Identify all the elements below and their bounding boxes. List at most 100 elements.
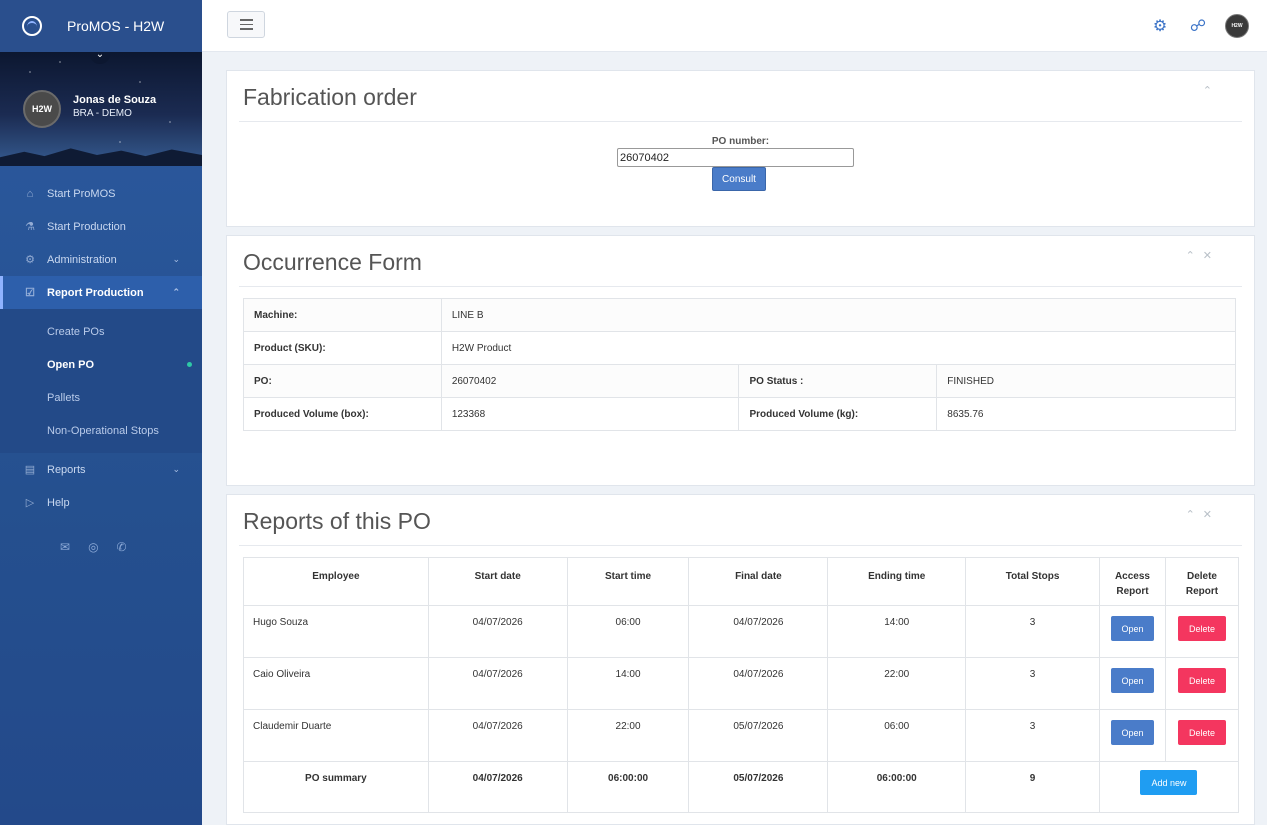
- employee-cell: Claudemir Duarte: [243, 709, 429, 762]
- fabrication-order-panel: Fabrication order ⌃ PO number: Consult: [226, 70, 1255, 227]
- globe-icon[interactable]: ☍: [1187, 15, 1209, 37]
- summary-total-stops: 9: [965, 761, 1100, 813]
- sidebar-subitem-non-operational-stops[interactable]: Non-Operational Stops: [0, 414, 202, 447]
- close-icon[interactable]: ✕: [1203, 249, 1212, 262]
- sidebar-footer-icons: ✉ ◎ ✆: [60, 540, 127, 554]
- machine-label: Machine:: [243, 298, 442, 332]
- chat-icon[interactable]: ✉: [60, 540, 70, 554]
- sidebar-item-label: Administration: [47, 253, 117, 266]
- column-header: Final date: [688, 557, 829, 606]
- ending-time-cell: 14:00: [827, 605, 967, 658]
- employee-cell: Caio Oliveira: [243, 657, 429, 710]
- sidebar-item-reports[interactable]: ▤ Reports ⌄: [0, 453, 202, 486]
- sidebar-item-label: Report Production: [47, 286, 144, 299]
- panel-tools: ⌃: [1203, 84, 1212, 97]
- panel-tools: ⌃ ✕: [1186, 508, 1212, 521]
- table-header-row: Employee Start date Start time Final dat…: [243, 557, 1240, 606]
- summary-label: PO summary: [243, 761, 429, 813]
- ending-time-cell: 06:00: [827, 709, 967, 762]
- summary-row: PO summary 04/07/2026 06:00:00 05/07/202…: [243, 761, 1240, 813]
- collapse-icon[interactable]: ⌃: [1186, 249, 1195, 262]
- po-status-value: FINISHED: [936, 364, 1236, 398]
- table-row: Caio Oliveira 04/07/2026 14:00 04/07/202…: [243, 657, 1240, 710]
- column-header: Employee: [243, 557, 429, 606]
- close-icon[interactable]: ✕: [1203, 508, 1212, 521]
- sidebar-item-label: Start ProMOS: [47, 187, 116, 200]
- delete-report-cell: Delete: [1164, 605, 1240, 658]
- play-circle-icon: ▷: [25, 497, 35, 509]
- sidebar-item-help[interactable]: ▷ Help: [0, 486, 202, 519]
- sidebar-subitem-open-po[interactable]: Open PO: [0, 348, 202, 381]
- summary-final-date: 05/07/2026: [688, 761, 829, 813]
- avatar[interactable]: H2W: [23, 90, 61, 128]
- delete-report-cell: Delete: [1164, 709, 1240, 762]
- phone-icon[interactable]: ✆: [117, 540, 127, 554]
- sidebar-subitem-pallets[interactable]: Pallets: [0, 381, 202, 414]
- collapse-icon[interactable]: ⌃: [1203, 84, 1212, 97]
- start-date-cell: 04/07/2026: [427, 709, 568, 762]
- open-report-button[interactable]: Open: [1110, 720, 1154, 745]
- po-value: 26070402: [440, 364, 740, 398]
- sidebar-item-start-promos[interactable]: ⌂ Start ProMOS: [0, 177, 202, 210]
- po-status-label: PO Status :: [738, 364, 938, 398]
- open-report-button[interactable]: Open: [1110, 668, 1154, 693]
- column-header: Start time: [566, 557, 690, 606]
- occurrence-table: Machine: LINE B Product (SKU): H2W Produ…: [243, 298, 1237, 431]
- table-row: PO: 26070402 PO Status : FINISHED: [243, 364, 1236, 398]
- sidebar-item-label: Start Production: [47, 220, 126, 233]
- app-title: ProMOS - H2W: [67, 18, 165, 34]
- access-report-cell: Open: [1098, 709, 1166, 762]
- sidebar-subitem-create-pos[interactable]: Create POs: [0, 315, 202, 348]
- globe-icon[interactable]: ◎: [88, 540, 98, 554]
- delete-report-button[interactable]: Delete: [1177, 616, 1226, 641]
- user-profile: ⌄ H2W Jonas de Souza BRA - DEMO: [0, 52, 202, 166]
- add-new-button[interactable]: Add new: [1140, 770, 1198, 795]
- gear-icon[interactable]: ⚙: [1149, 15, 1171, 37]
- table-row: Machine: LINE B: [243, 298, 1237, 332]
- sidebar-item-start-production[interactable]: ⚗ Start Production: [0, 210, 202, 243]
- volume-box-value: 123368: [440, 397, 740, 431]
- hamburger-line: [239, 28, 253, 30]
- sidebar-item-label: Reports: [47, 463, 86, 476]
- start-time-cell: 06:00: [566, 605, 690, 658]
- user-name: Jonas de Souza: [73, 94, 157, 106]
- menu-toggle-button[interactable]: [227, 11, 265, 38]
- table-row: Produced Volume (box): 123368 Produced V…: [243, 397, 1236, 431]
- product-label: Product (SKU):: [243, 331, 442, 365]
- active-indicator-dot: [187, 362, 192, 367]
- user-role: BRA - DEMO: [73, 108, 132, 119]
- sidebar-item-report-production[interactable]: ☑ Report Production ⌃: [0, 276, 202, 309]
- avatar[interactable]: H2W: [1225, 14, 1249, 38]
- ending-time-cell: 22:00: [827, 657, 967, 710]
- volume-kg-label: Produced Volume (kg):: [738, 397, 938, 431]
- app-logo-icon: [22, 16, 42, 36]
- delete-report-button[interactable]: Delete: [1177, 668, 1226, 693]
- po-number-label: PO number:: [711, 136, 770, 147]
- volume-box-label: Produced Volume (box):: [243, 397, 442, 431]
- reports-panel: Reports of this PO ⌃ ✕ Employee Start da…: [226, 494, 1255, 825]
- collapse-icon[interactable]: ⌃: [1186, 508, 1195, 521]
- panel-divider: [239, 545, 1242, 546]
- top-bar: ⚙ ☍ H2W: [202, 0, 1267, 52]
- summary-ending-time: 06:00:00: [827, 761, 967, 813]
- panel-tools: ⌃ ✕: [1186, 249, 1212, 262]
- column-header: Ending time: [827, 557, 967, 606]
- add-new-cell: Add new: [1098, 761, 1240, 813]
- delete-report-button[interactable]: Delete: [1177, 720, 1226, 745]
- po-label: PO:: [243, 364, 442, 398]
- po-number-input[interactable]: [617, 148, 854, 167]
- bar-chart-icon: ▤: [24, 464, 36, 476]
- employee-cell: Hugo Souza: [243, 605, 429, 658]
- consult-button[interactable]: Consult: [712, 167, 766, 191]
- chevron-down-icon: ⌄: [172, 464, 180, 474]
- column-header: Delete Report: [1164, 557, 1240, 606]
- open-report-button[interactable]: Open: [1110, 616, 1154, 641]
- hamburger-line: [239, 19, 253, 21]
- sidebar-subitem-label: Open PO: [47, 358, 95, 371]
- product-value: H2W Product: [440, 331, 1237, 365]
- summary-start-time: 06:00:00: [566, 761, 690, 813]
- sidebar-item-administration[interactable]: ⚙ Administration ⌄: [0, 243, 202, 276]
- table-row: Claudemir Duarte 04/07/2026 22:00 05/07/…: [243, 709, 1240, 762]
- sidebar-nav: ⌂ Start ProMOS ⚗ Start Production ⚙ Admi…: [0, 177, 202, 519]
- final-date-cell: 05/07/2026: [688, 709, 829, 762]
